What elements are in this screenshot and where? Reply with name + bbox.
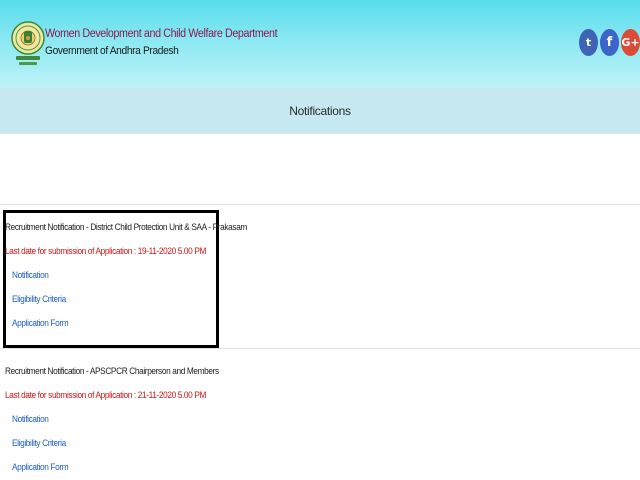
site-header: Women Development and Child Welfare Depa… (0, 0, 640, 88)
application-form-link[interactable]: Application Form (12, 462, 69, 472)
section-divider (0, 204, 640, 205)
department-title: Women Development and Child Welfare Depa… (45, 28, 278, 40)
page-title-bar: Notifications (0, 88, 640, 134)
application-form-link[interactable]: Application Form (12, 318, 69, 328)
eligibility-criteria-link[interactable]: Eligibility Criteria (12, 294, 66, 304)
facebook-icon[interactable]: f (600, 29, 619, 56)
government-subtitle: Government of Andhra Pradesh (45, 45, 179, 57)
notification-link[interactable]: Notification (12, 270, 49, 280)
notification-deadline: Last date for submission of Application … (5, 246, 207, 256)
google-plus-icon[interactable]: G+ (621, 29, 640, 56)
notification-title: Recruitment Notification - District Chil… (5, 222, 247, 232)
notification-title: Recruitment Notification - APSCPCR Chair… (5, 366, 219, 376)
notification-link[interactable]: Notification (12, 414, 49, 424)
notification-divider (0, 348, 640, 349)
twitter-icon[interactable]: t (579, 29, 598, 56)
eligibility-criteria-link[interactable]: Eligibility Criteria (12, 438, 66, 448)
ap-state-emblem-icon (11, 21, 45, 65)
page-title: Notifications (289, 104, 351, 118)
notification-deadline: Last date for submission of Application … (5, 390, 207, 400)
